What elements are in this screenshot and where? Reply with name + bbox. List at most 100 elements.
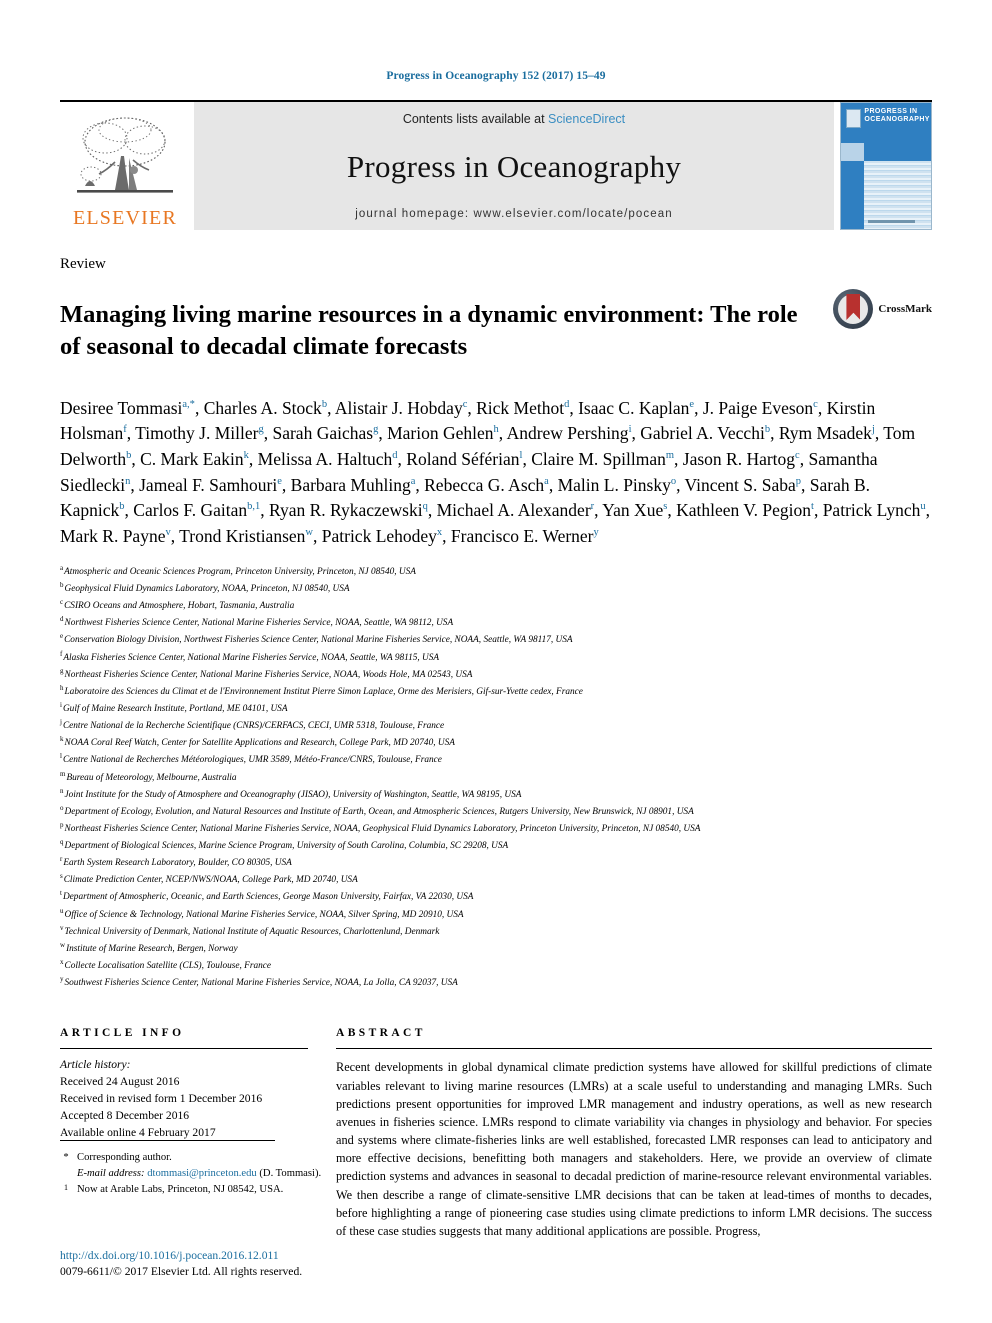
author-name: Andrew Pershing [506, 423, 629, 444]
affiliation-text: Department of Atmospheric, Oceanic, and … [62, 892, 474, 903]
affiliation-marker: y [60, 975, 64, 984]
crossmark-badge[interactable]: CrossMark [833, 283, 932, 329]
email-link[interactable]: dtommasi@princeton.edu [147, 1168, 257, 1179]
affiliation-marker: d [60, 615, 64, 624]
author-name: Sarah Gaichas [272, 423, 374, 444]
author-name: Michael A. Alexander [436, 500, 591, 521]
affiliation-text: Earth System Research Laboratory, Boulde… [63, 858, 292, 869]
author-affiliation-marker: h [493, 424, 499, 436]
cover-left-swatch [841, 143, 865, 161]
affiliation-text: Conservation Biology Division, Northwest… [64, 635, 573, 646]
affiliation-text: Department of Ecology, Evolution, and Na… [64, 806, 694, 817]
elsevier-wordmark: ELSEVIER [72, 207, 178, 229]
author-affiliation-marker: a [544, 475, 549, 487]
affiliation-marker: v [60, 923, 64, 932]
article-first-page: Progress in Oceanography 152 (2017) 15–4… [0, 0, 992, 1278]
author-affiliation-marker: b [764, 424, 771, 436]
affiliation-text: Gulf of Maine Research Institute, Portla… [62, 704, 288, 715]
affiliation-text: Northeast Fisheries Science Center, Nati… [64, 669, 473, 680]
author-affiliation-marker: o [670, 475, 677, 487]
author-name: Mark R. Payne [60, 526, 166, 547]
author-name: Kathleen V. Pegion [676, 500, 812, 521]
author-affiliation-marker: g [258, 424, 264, 436]
accepted-date: Accepted 8 December 2016 [60, 1109, 190, 1123]
affiliation-item: aAtmospheric and Oceanic Sciences Progra… [60, 563, 932, 580]
author-affiliation-marker: v [165, 527, 171, 539]
article-title: Managing living marine resources in a dy… [60, 301, 798, 361]
affiliation-item: fAlaska Fisheries Science Center, Nation… [60, 649, 932, 666]
affiliation-item: cCSIRO Oceans and Atmosphere, Hobart, Ta… [60, 597, 932, 614]
affiliation-list: aAtmospheric and Oceanic Sciences Progra… [60, 563, 932, 992]
doi-link[interactable]: http://dx.doi.org/10.1016/j.pocean.2016.… [60, 1248, 302, 1264]
author-affiliation-marker: c [795, 450, 800, 462]
copyright-line: 0079-6611/© 2017 Elsevier Ltd. All right… [60, 1265, 303, 1279]
author-list: Desiree Tommasia,*, Charles A. Stockb, A… [60, 397, 931, 547]
author-name: Jameal F. Samhouri [139, 474, 278, 495]
author-affiliation-marker: j [871, 424, 875, 436]
author-name: Malin L. Pinsky [557, 474, 671, 495]
present-address-mark: 1 [64, 1182, 68, 1192]
author-name: J. Paige Eveson [702, 397, 814, 418]
affiliation-marker: h [60, 683, 64, 692]
author-name: Timothy J. Miller [135, 423, 259, 444]
author-name: Ryan R. Rykaczewski [268, 500, 423, 521]
journal-homepage-link[interactable]: journal homepage: www.elsevier.com/locat… [355, 208, 672, 220]
footnote-separator [60, 1140, 275, 1141]
affiliation-marker: g [60, 666, 64, 675]
abstract-rule [336, 1048, 932, 1050]
affiliation-item: nJoint Institute for the Study of Atmosp… [60, 786, 932, 803]
cover-title-line2: OCEANOGRAPHY [864, 116, 930, 124]
author-affiliation-marker: i [628, 424, 632, 436]
affiliation-text: Southwest Fisheries Science Center, Nati… [64, 978, 458, 989]
author-name: Gabriel A. Vecchi [640, 423, 765, 444]
author-name: Isaac C. Kaplan [578, 397, 690, 418]
author-affiliation-marker: c [813, 398, 818, 410]
email-note-spacer [60, 1166, 72, 1182]
email-note: E-mail address: dtommasi@princeton.edu (… [60, 1166, 530, 1182]
affiliation-text: Department of Biological Sciences, Marin… [64, 841, 509, 852]
affiliation-marker: o [60, 803, 64, 812]
author-name: Charles A. Stock [203, 397, 322, 418]
affiliation-marker: x [60, 958, 64, 967]
affiliation-text: Geophysical Fluid Dynamics Laboratory, N… [64, 584, 350, 595]
author-affiliation-marker: l [519, 450, 523, 462]
running-head-citation: Progress in Oceanography 152 (2017) 15–4… [386, 70, 606, 82]
author-name: Carlos F. Gaitan [133, 500, 248, 521]
author-affiliation-marker: t [811, 501, 814, 513]
affiliation-marker: m [60, 769, 66, 778]
author-affiliation-marker: b [119, 501, 125, 513]
affiliation-marker: t [60, 889, 62, 898]
article-info-column: ARTICLE INFO Article history: Received 2… [60, 1027, 308, 1240]
affiliation-item: rEarth System Research Laboratory, Bould… [60, 854, 932, 871]
author-affiliation-marker: b [321, 398, 328, 410]
info-abstract-section: ARTICLE INFO Article history: Received 2… [60, 1027, 932, 1240]
author-affiliation-marker: p [795, 475, 802, 487]
affiliation-text: Centre National de Recherches Météorolog… [62, 755, 442, 766]
affiliation-item: jCentre National de la Recherche Scienti… [60, 717, 932, 734]
affiliation-marker: e [60, 632, 64, 641]
author-name: Vincent S. Saba [684, 474, 796, 495]
author-name: Jason R. Hartog [682, 448, 796, 469]
affiliation-item: ySouthwest Fisheries Science Center, Nat… [60, 974, 932, 991]
affiliation-item: tDepartment of Atmospheric, Oceanic, and… [60, 888, 932, 905]
affiliation-marker: l [60, 752, 62, 761]
author-affiliation-marker: m [665, 450, 675, 462]
affiliation-text: Technical University of Denmark, Nationa… [64, 926, 440, 937]
sciencedirect-link[interactable]: ScienceDirect [548, 112, 625, 126]
article-history-block: Article history: Received 24 August 2016… [60, 1057, 308, 1142]
affiliation-item: eConservation Biology Division, Northwes… [60, 631, 932, 648]
affiliation-text: Bureau of Meteorology, Melbourne, Austra… [66, 772, 237, 783]
affiliation-text: Climate Prediction Center, NCEP/NWS/NOAA… [63, 875, 358, 886]
author-affiliation-marker: b,1 [247, 501, 261, 513]
author-affiliation-marker: u [920, 501, 926, 513]
affiliation-item: gNortheast Fisheries Science Center, Nat… [60, 666, 932, 683]
author-name: Francisco E. Werner [450, 526, 594, 547]
affiliation-item: hLaboratoire des Sciences du Climat et d… [60, 683, 932, 700]
abstract-column: ABSTRACT Recent developments in global d… [336, 1027, 932, 1240]
author-affiliation-marker: a,* [182, 398, 195, 410]
author-name: Rick Methot [476, 397, 565, 418]
affiliation-marker: f [60, 649, 63, 658]
corresponding-author-note: * Corresponding author. [60, 1150, 530, 1166]
cover-emblem-icon [845, 109, 861, 129]
article-info-rule [60, 1048, 308, 1050]
